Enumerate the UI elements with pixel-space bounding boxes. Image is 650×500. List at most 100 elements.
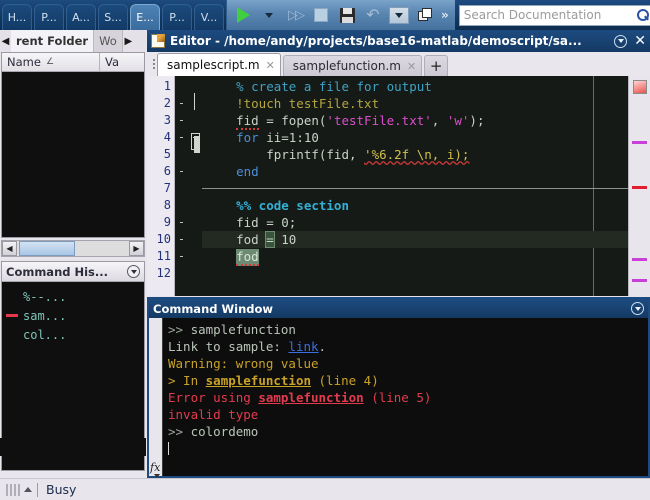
- save-icon[interactable]: [335, 3, 359, 27]
- file-table-hscrollbar[interactable]: ◀ ▶: [1, 240, 145, 257]
- breakpoint-empty-12[interactable]: [175, 265, 188, 282]
- breakpoint-slot-9[interactable]: -: [175, 214, 188, 231]
- output-text[interactable]: samplefunction: [258, 390, 363, 405]
- status-text: Busy: [46, 482, 77, 497]
- left-panel-filler: [0, 438, 146, 456]
- toolbar-overflow-button[interactable]: »: [438, 8, 452, 22]
- history-item-2[interactable]: col...: [2, 325, 144, 344]
- file-table-header: Name ∠ Va: [2, 53, 144, 72]
- sidebar-item-workspace[interactable]: Wo: [94, 30, 123, 52]
- run-dropdown-icon[interactable]: [257, 3, 281, 27]
- code-line-9[interactable]: fid = 0;: [202, 214, 628, 231]
- output-link[interactable]: link: [288, 339, 318, 354]
- chevron-down-circle-icon[interactable]: [631, 302, 644, 315]
- sidebar-item-current-folder[interactable]: rent Folder: [11, 30, 95, 52]
- triangle-up-icon[interactable]: [24, 487, 32, 492]
- column-header-value[interactable]: Va: [100, 53, 144, 71]
- column-header-name[interactable]: Name ∠: [2, 53, 100, 71]
- command-window-gutter: fx: [149, 318, 163, 478]
- search-icon[interactable]: [636, 8, 650, 22]
- hscroll-thumb[interactable]: [19, 241, 75, 256]
- code-line-1[interactable]: % create a file for output: [202, 78, 628, 95]
- stop-icon[interactable]: [309, 3, 333, 27]
- step-forward-icon[interactable]: ▷▷: [283, 3, 307, 27]
- line-number-10: 10: [156, 232, 171, 246]
- code-line-10[interactable]: fod = 10: [202, 231, 628, 248]
- fx-prompt-icon[interactable]: fx: [150, 461, 161, 478]
- search-input[interactable]: Search Documentation: [458, 4, 650, 26]
- code-line-8[interactable]: %% code section: [202, 197, 628, 214]
- new-window-icon[interactable]: [413, 3, 437, 27]
- code-line-7[interactable]: [202, 180, 628, 197]
- breakpoint-gutter[interactable]: -------: [175, 76, 188, 296]
- line-number-2: 2: [163, 96, 171, 110]
- code-line-6[interactable]: end: [202, 163, 628, 180]
- ribbon-tab-5[interactable]: P...: [162, 4, 192, 30]
- top-toolbar: H... P... A... S... E... P... V... ▷▷ ↶ » Sear…: [0, 0, 650, 30]
- command-output-line-1: Link to sample: link.: [168, 338, 648, 355]
- code-line-5[interactable]: fprintf(fid, '%6.2f \n, i);: [202, 146, 628, 163]
- analyzer-mark-3[interactable]: [632, 279, 647, 282]
- ribbon-tab-1[interactable]: P...: [34, 4, 64, 30]
- analyzer-mark-1[interactable]: [632, 186, 647, 189]
- ribbon-tab-4[interactable]: E...: [130, 4, 160, 30]
- tab-samplefunction[interactable]: samplefunction.m ✕: [282, 55, 423, 76]
- code-fold-gutter[interactable]: [188, 76, 202, 296]
- history-item-0[interactable]: %--...: [2, 287, 144, 306]
- command-input-caret[interactable]: [168, 440, 648, 457]
- ribbon-tab-2[interactable]: A...: [66, 4, 96, 30]
- panel-tab-prev-icon[interactable]: ◀: [0, 30, 11, 52]
- code-line-2[interactable]: !touch testFile.txt: [202, 95, 628, 112]
- chevron-down-circle-icon[interactable]: [614, 34, 628, 48]
- ribbon-tab-0[interactable]: H...: [2, 4, 32, 30]
- code-line-3[interactable]: fid = fopen('testFile.txt', 'w');: [202, 112, 628, 130]
- code-editing-area[interactable]: % create a file for output !touch testFi…: [202, 76, 628, 296]
- breakpoint-slot-11[interactable]: -: [175, 248, 188, 265]
- breakpoint-empty-5[interactable]: [175, 146, 188, 163]
- panel-tab-next-icon[interactable]: ▶: [123, 30, 134, 52]
- breakpoint-empty-8[interactable]: [175, 197, 188, 214]
- breakpoint-empty-7[interactable]: [175, 180, 188, 197]
- chevron-down-circle-icon[interactable]: [127, 265, 140, 278]
- code-line-11[interactable]: fod: [202, 248, 628, 266]
- search-placeholder: Search Documentation: [463, 8, 602, 22]
- scroll-right-icon[interactable]: ▶: [129, 241, 144, 256]
- tab-samplescript[interactable]: samplescript.m ✕: [157, 53, 281, 76]
- command-history-list: %--... sam... col...: [2, 282, 144, 344]
- close-icon[interactable]: ✕: [634, 34, 646, 48]
- code-analyzer-strip[interactable]: [628, 76, 650, 296]
- output-text[interactable]: samplefunction: [206, 373, 311, 388]
- editor-body: 1 2 3 4 5 6 7 8 9 10 11 12 ------- % create a file …: [147, 76, 650, 296]
- breakpoint-slot-4[interactable]: -: [175, 129, 188, 146]
- new-file-tab-button[interactable]: +: [424, 55, 449, 76]
- command-window-body[interactable]: fx >> samplefunction Link to sample: link…: [149, 318, 648, 478]
- command-window-output[interactable]: >> samplefunction Link to sample: link. Wa…: [163, 318, 648, 476]
- code-analyzer-status-icon[interactable]: [633, 80, 647, 94]
- options-dropdown-icon[interactable]: [387, 3, 411, 27]
- line-number-8: 8: [163, 198, 171, 212]
- line-number-11: 11: [156, 249, 171, 263]
- breakpoint-empty-1[interactable]: [175, 78, 188, 95]
- breakpoint-slot-6[interactable]: -: [175, 163, 188, 180]
- breakpoint-slot-10[interactable]: -: [175, 231, 188, 248]
- breakpoint-slot-3[interactable]: -: [175, 112, 188, 129]
- history-item-1[interactable]: sam...: [2, 306, 144, 325]
- analyzer-mark-2[interactable]: [632, 258, 647, 261]
- resize-grip-icon[interactable]: [6, 483, 22, 496]
- code-line-4[interactable]: for ii=1:10: [202, 129, 628, 146]
- line-number-12: 12: [156, 266, 171, 280]
- breakpoint-slot-2[interactable]: -: [175, 95, 188, 112]
- scroll-left-icon[interactable]: ◀: [2, 241, 17, 256]
- ribbon-tab-3[interactable]: S...: [98, 4, 128, 30]
- analyzer-mark-0[interactable]: [632, 141, 647, 144]
- run-icon[interactable]: [231, 3, 255, 27]
- fold-bracket-end: [194, 136, 200, 153]
- code-line-12[interactable]: [202, 265, 628, 282]
- tab-samplescript-close-icon[interactable]: ✕: [266, 59, 275, 72]
- code-text-1: % create a file for output: [206, 79, 432, 94]
- tab-samplefunction-close-icon[interactable]: ✕: [407, 60, 416, 73]
- ribbon-tab-6[interactable]: V...: [194, 4, 224, 30]
- tab-drag-handle-icon[interactable]: [150, 52, 157, 76]
- undo-icon[interactable]: ↶: [361, 3, 385, 27]
- tab-samplescript-label: samplescript.m: [167, 58, 260, 72]
